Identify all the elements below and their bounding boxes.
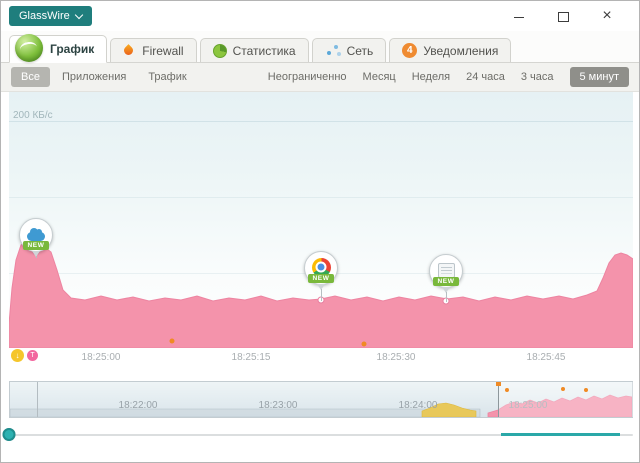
titlebar: GlassWire × — [1, 1, 639, 31]
time-range-filter: Неограниченно Месяц Неделя 24 часа 3 час… — [268, 67, 629, 87]
traffic-graph[interactable]: 200 КБ/с NEW — [9, 92, 633, 348]
x-tick: 18:25:15 — [232, 352, 271, 363]
traffic-area-chart — [9, 92, 633, 348]
maximize-button[interactable] — [541, 1, 585, 31]
slider-right-handle[interactable] — [3, 428, 16, 441]
generic-app-icon — [438, 263, 455, 278]
timeline-tick: 18:22:00 — [119, 400, 158, 411]
filter-all-button[interactable]: Все — [11, 67, 50, 87]
network-dots-icon — [325, 44, 341, 57]
tab-network-label: Сеть — [347, 44, 374, 58]
tab-alerts[interactable]: 4 Уведомления — [389, 38, 511, 62]
graph-stage: 200 КБ/с NEW — [1, 92, 639, 454]
filter-traffic-button[interactable]: Трафик — [138, 67, 196, 87]
mini-app-legend: ↓ Т — [11, 349, 38, 362]
flame-icon — [122, 44, 135, 57]
event-dot[interactable] — [362, 342, 367, 347]
x-tick: 18:25:30 — [377, 352, 416, 363]
x-tick: 18:25:45 — [527, 352, 566, 363]
tab-firewall-label: Firewall — [142, 44, 183, 58]
tab-bar: График Firewall Статистика Сеть 4 Уведом… — [1, 31, 639, 63]
marker-ring: NEW — [429, 254, 463, 288]
marker-ring: NEW — [304, 251, 338, 285]
app-event-marker-generic[interactable]: NEW — [429, 254, 463, 288]
maximize-icon — [558, 12, 569, 22]
range-24h-button[interactable]: 24 часа — [466, 71, 505, 83]
event-dot[interactable] — [170, 339, 175, 344]
app-event-marker-cloud[interactable]: NEW — [19, 218, 53, 252]
tab-network[interactable]: Сеть — [312, 38, 387, 62]
timeline-event-dot — [505, 388, 509, 392]
x-tick: 18:25:00 — [82, 352, 121, 363]
x-axis: ↓ Т 18:25:00 18:25:15 18:25:30 18:25:45 — [9, 348, 633, 370]
glasswire-menu-label: GlassWire — [19, 10, 70, 22]
minimize-button[interactable] — [497, 1, 541, 31]
marker-ring: NEW — [19, 218, 53, 252]
range-week-button[interactable]: Неделя — [412, 71, 450, 83]
marker-stem — [321, 289, 322, 301]
marker-stem — [446, 292, 447, 302]
timeline-tick: 18:23:00 — [259, 400, 298, 411]
new-badge: NEW — [308, 274, 334, 283]
timeline-tick: 18:24:00 — [399, 400, 438, 411]
time-range-slider — [9, 424, 633, 454]
new-badge: NEW — [433, 277, 459, 286]
traffic-type-filter: Все Приложения Трафик — [11, 67, 197, 87]
tab-graph-label: График — [50, 42, 94, 56]
new-badge: NEW — [23, 241, 49, 250]
range-unlimited-button[interactable]: Неограниченно — [268, 71, 347, 83]
timeline-playhead — [37, 382, 38, 417]
timeline-event-dot — [584, 388, 588, 392]
range-5min-button[interactable]: 5 минут — [570, 67, 630, 87]
tab-firewall[interactable]: Firewall — [110, 38, 196, 62]
glasswire-graph-logo-icon — [15, 34, 43, 62]
tab-alerts-label: Уведомления — [423, 44, 498, 58]
filter-apps-button[interactable]: Приложения — [52, 67, 136, 87]
slider-selected-range[interactable] — [501, 433, 620, 436]
chevron-down-icon — [74, 11, 82, 19]
timeline-overview[interactable]: 18:22:00 18:23:00 18:24:00 18:25:00 — [9, 381, 633, 418]
minimize-icon — [514, 17, 524, 18]
app-event-marker-chrome[interactable]: NEW — [304, 251, 338, 285]
tab-statistics-label: Статистика — [233, 44, 296, 58]
tab-graph[interactable]: График — [9, 35, 107, 63]
download-app-icon[interactable]: ↓ — [11, 349, 24, 362]
t-app-icon[interactable]: Т — [27, 350, 38, 361]
glasswire-menu-button[interactable]: GlassWire — [9, 6, 92, 26]
range-3h-button[interactable]: 3 часа — [521, 71, 554, 83]
window-controls: × — [497, 1, 629, 31]
close-button[interactable]: × — [585, 1, 629, 31]
glasswire-window: GlassWire × График Firewall Статистика С… — [0, 0, 640, 463]
marker-stem — [36, 256, 37, 258]
range-month-button[interactable]: Месяц — [363, 71, 396, 83]
filter-bar: Все Приложения Трафик Неограниченно Меся… — [1, 63, 639, 92]
pie-chart-icon — [213, 44, 227, 58]
timeline-event-dot — [561, 387, 565, 391]
tab-statistics[interactable]: Статистика — [200, 38, 309, 62]
timeline-selection-region[interactable] — [498, 382, 633, 417]
alerts-count-badge: 4 — [402, 43, 417, 58]
cloud-app-icon — [27, 232, 45, 241]
